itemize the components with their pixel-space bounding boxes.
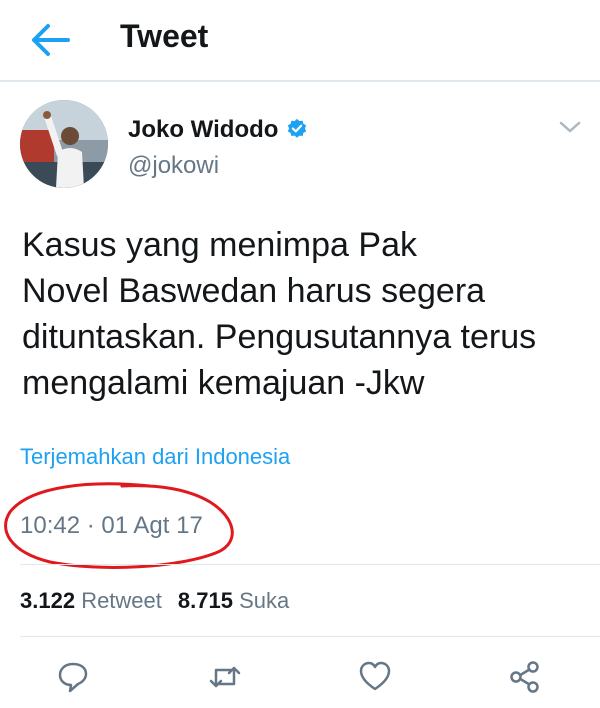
top-bar: Tweet — [0, 0, 600, 82]
chevron-down-icon[interactable] — [558, 118, 582, 136]
tweet-text: Kasus yang menimpa Pak Novel Baswedan ha… — [22, 226, 537, 402]
share-icon — [510, 661, 539, 693]
back-button[interactable] — [28, 22, 72, 58]
translate-link[interactable]: Terjemahkan dari Indonesia — [20, 444, 290, 470]
like-stat[interactable]: 8.715 Suka — [178, 588, 289, 613]
retweet-label: Retweet — [81, 588, 162, 613]
like-count: 8.715 — [177, 588, 233, 613]
like-label: Suka — [239, 588, 290, 613]
red-circle-annotation — [4, 482, 234, 569]
like-icon — [359, 661, 391, 691]
engagement-stats: 3.122 Retweet 8.715 Suka — [20, 588, 289, 614]
verified-badge-icon — [287, 118, 307, 138]
like-button[interactable] — [358, 660, 392, 694]
avatar[interactable] — [20, 100, 108, 188]
reply-button[interactable] — [56, 660, 90, 694]
divider — [20, 564, 600, 565]
retweet-button[interactable] — [208, 660, 242, 694]
share-button[interactable] — [508, 660, 542, 694]
retweet-stat[interactable]: 3.122 Retweet — [20, 588, 162, 613]
arrow-left-icon — [32, 24, 70, 56]
author-handle[interactable]: @jokowi — [128, 152, 219, 180]
avatar-image — [20, 100, 108, 188]
page-title: Tweet — [120, 18, 209, 54]
retweet-icon — [209, 666, 241, 688]
reply-icon — [58, 662, 88, 693]
retweet-count: 3.122 — [20, 588, 76, 613]
divider — [20, 636, 600, 637]
author-name[interactable]: Joko Widodo — [128, 116, 278, 144]
